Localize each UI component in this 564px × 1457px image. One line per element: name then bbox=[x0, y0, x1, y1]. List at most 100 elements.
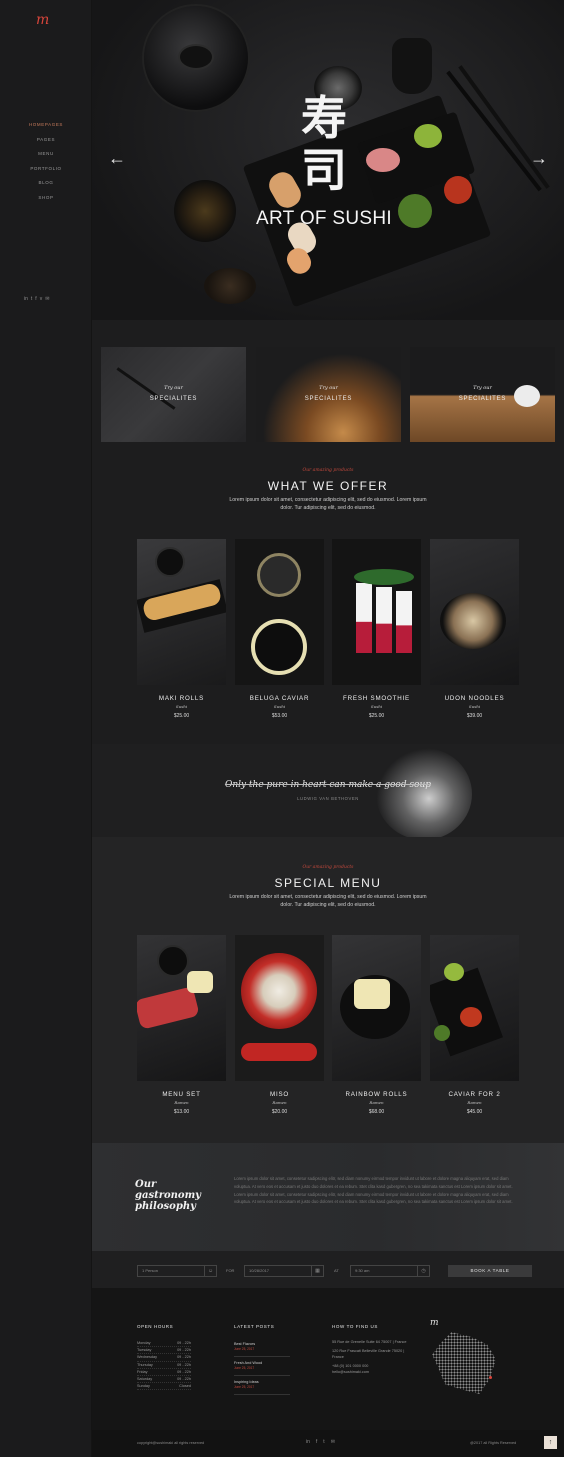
offer-text: Lorem ipsum dolor sit amet, consectetur … bbox=[229, 497, 427, 511]
wasabi-image bbox=[414, 124, 442, 148]
beluga-caviar-photo bbox=[235, 539, 324, 685]
kanji-glyph: 司 bbox=[301, 143, 347, 197]
tea-leaves-image bbox=[204, 268, 256, 304]
mail-icon[interactable]: ✉ bbox=[45, 296, 49, 302]
rainbow-rolls-photo bbox=[332, 935, 421, 1081]
product-card[interactable]: BELUGA CAVIAR Sushi $53.00 bbox=[235, 539, 324, 719]
hero-title: ART OF SUSHI bbox=[256, 208, 392, 229]
sidebar: m HOMEPAGES PAGES MENU PORTFOLIO BLOG SH… bbox=[0, 0, 92, 1457]
facebook-icon[interactable]: f bbox=[316, 1439, 317, 1445]
ginger-image bbox=[187, 971, 213, 993]
menu-kicker: Our amazing products bbox=[302, 865, 354, 870]
product-card[interactable]: MAKI ROLLS Sushi $25.00 bbox=[137, 539, 226, 719]
soy-bottle-image bbox=[392, 38, 432, 94]
back-to-top-button[interactable]: ↑ bbox=[544, 1436, 557, 1449]
product-category: Ramen bbox=[467, 1100, 482, 1105]
product-price: $25.00 bbox=[368, 713, 385, 719]
menu-card[interactable]: MISO Ramen $20.00 bbox=[235, 935, 324, 1115]
ginger-image bbox=[354, 979, 390, 1009]
caviar-lid-image bbox=[251, 619, 307, 675]
hours-time: 09 - 22h bbox=[177, 1376, 191, 1381]
site-logo[interactable]: m bbox=[36, 12, 49, 28]
persons-select[interactable]: 1 Person ☺ bbox=[137, 1265, 217, 1277]
footer-logo[interactable]: m bbox=[430, 1318, 439, 1328]
menu-card[interactable]: CAVIAR FOR 2 Ramen $45.00 bbox=[430, 935, 519, 1115]
ramen-photo bbox=[256, 347, 401, 442]
email-link[interactable]: hello@sushimaki.com bbox=[332, 1370, 412, 1375]
fresh-smoothie-photo bbox=[332, 539, 421, 685]
hero-kanji: 寿 司 bbox=[292, 92, 356, 196]
post-item[interactable]: Best Flavors June 25, 2017 bbox=[234, 1340, 290, 1357]
smoothie-glass-image bbox=[376, 587, 392, 653]
quote-text: Only the pure in heart can make a good s… bbox=[224, 780, 432, 790]
caviar-tin-image bbox=[257, 553, 301, 597]
hours-day: Friday bbox=[137, 1369, 148, 1374]
product-name: CAVIAR FOR 2 bbox=[448, 1091, 501, 1098]
hours-time: 09 - 22h bbox=[177, 1369, 191, 1374]
slider-prev-arrow-icon[interactable]: ← bbox=[108, 148, 126, 169]
bottom-bar: copyright@sushimaki all rights reserved … bbox=[92, 1430, 564, 1457]
product-category: Sushi bbox=[175, 704, 188, 709]
specialites-tile[interactable]: Try our SPECIALITES bbox=[410, 347, 555, 442]
hours-row: Tuesday 09 - 22h bbox=[137, 1347, 191, 1355]
product-card[interactable]: UDON NOODLES Sushi $39.00 bbox=[430, 539, 519, 719]
nav-item-pages[interactable]: PAGES bbox=[0, 133, 92, 148]
post-date: June 25, 2017 bbox=[234, 1366, 255, 1370]
hours-row: Saturday 09 - 22h bbox=[137, 1376, 191, 1384]
menu-card[interactable]: RAINBOW ROLLS Ramen $68.00 bbox=[332, 935, 421, 1115]
product-category: Sushi bbox=[273, 704, 286, 709]
nav-item-blog[interactable]: BLOG bbox=[0, 176, 92, 191]
product-category: Sushi bbox=[370, 704, 383, 709]
hours-time: 09 - 22h bbox=[177, 1348, 191, 1353]
latest-posts-title: LATEST POSTS bbox=[234, 1324, 275, 1329]
post-item[interactable]: Inspiring Ideas June 25, 2017 bbox=[234, 1378, 290, 1395]
hours-time: Closed bbox=[179, 1384, 191, 1389]
product-name: BELUGA CAVIAR bbox=[249, 695, 310, 702]
for-label: FOR bbox=[226, 1268, 235, 1273]
spoon-image bbox=[241, 1043, 317, 1061]
linkedin-icon[interactable]: in bbox=[24, 296, 28, 302]
specialites-tile[interactable]: Try our SPECIALITES bbox=[101, 347, 246, 442]
address-2: 120 Rue Frascati Belleville Grande 75020… bbox=[332, 1349, 405, 1359]
product-name: FRESH SMOOTHIE bbox=[343, 695, 410, 702]
calendar-icon: ▦ bbox=[311, 1265, 323, 1277]
post-item[interactable]: Fresh And Wood June 25, 2017 bbox=[234, 1359, 290, 1376]
specialites-tile[interactable]: Try our SPECIALITES bbox=[256, 347, 401, 442]
philosophy-text: Lorem ipsum dolor sit amet, consetetur s… bbox=[234, 1176, 513, 1205]
hours-day: Thursday bbox=[137, 1362, 153, 1367]
linkedin-icon[interactable]: in bbox=[306, 1439, 310, 1445]
hours-time: 09 - 22h bbox=[177, 1355, 191, 1360]
footer: OPEN HOURS Monday 09 - 22h Tuesday 09 - 22… bbox=[92, 1288, 564, 1430]
facebook-icon[interactable]: f bbox=[35, 296, 36, 302]
product-price: $25.00 bbox=[173, 713, 190, 719]
slider-next-arrow-icon[interactable]: → bbox=[530, 148, 548, 169]
nav-item-menu[interactable]: MENU bbox=[0, 147, 92, 162]
specialites-kicker: Try our bbox=[473, 385, 492, 391]
seaweed-image bbox=[434, 1025, 450, 1041]
quote-section: Only the pure in heart can make a good s… bbox=[92, 744, 564, 840]
product-card[interactable]: FRESH SMOOTHIE Sushi $25.00 bbox=[332, 539, 421, 719]
miso-photo bbox=[235, 935, 324, 1081]
product-category: Ramen bbox=[174, 1100, 189, 1105]
twitter-icon[interactable]: t bbox=[31, 296, 32, 302]
menu-title: SPECIAL MENU bbox=[274, 876, 382, 890]
main-nav: HOMEPAGES PAGES MENU PORTFOLIO BLOG SHOP bbox=[0, 118, 92, 206]
book-table-button[interactable]: BOOK A TABLE bbox=[448, 1265, 532, 1277]
sidebar-social: in t f v ✉ bbox=[24, 296, 49, 302]
product-price: $68.00 bbox=[368, 1109, 385, 1115]
tea-bowl-image bbox=[174, 180, 236, 242]
nav-item-portfolio[interactable]: PORTFOLIO bbox=[0, 162, 92, 177]
hours-row: Monday 09 - 22h bbox=[137, 1340, 191, 1348]
twitter-icon[interactable]: t bbox=[323, 1439, 324, 1445]
menu-card[interactable]: MENU SET Ramen $13.00 bbox=[137, 935, 226, 1115]
hours-row: Friday 09 - 22h bbox=[137, 1369, 191, 1376]
date-input[interactable]: 10/28/2017 ▦ bbox=[244, 1265, 324, 1277]
kanji-glyph: 寿 bbox=[301, 91, 347, 145]
post-date: June 25, 2017 bbox=[234, 1347, 255, 1351]
time-input[interactable]: 9:30 am ◷ bbox=[350, 1265, 430, 1277]
nav-item-homepages[interactable]: HOMEPAGES bbox=[0, 118, 92, 133]
nav-item-shop[interactable]: SHOP bbox=[0, 191, 92, 206]
mail-icon[interactable]: ✉ bbox=[331, 1439, 335, 1445]
miso-bowl-image bbox=[241, 953, 317, 1029]
vimeo-icon[interactable]: v bbox=[40, 296, 43, 302]
